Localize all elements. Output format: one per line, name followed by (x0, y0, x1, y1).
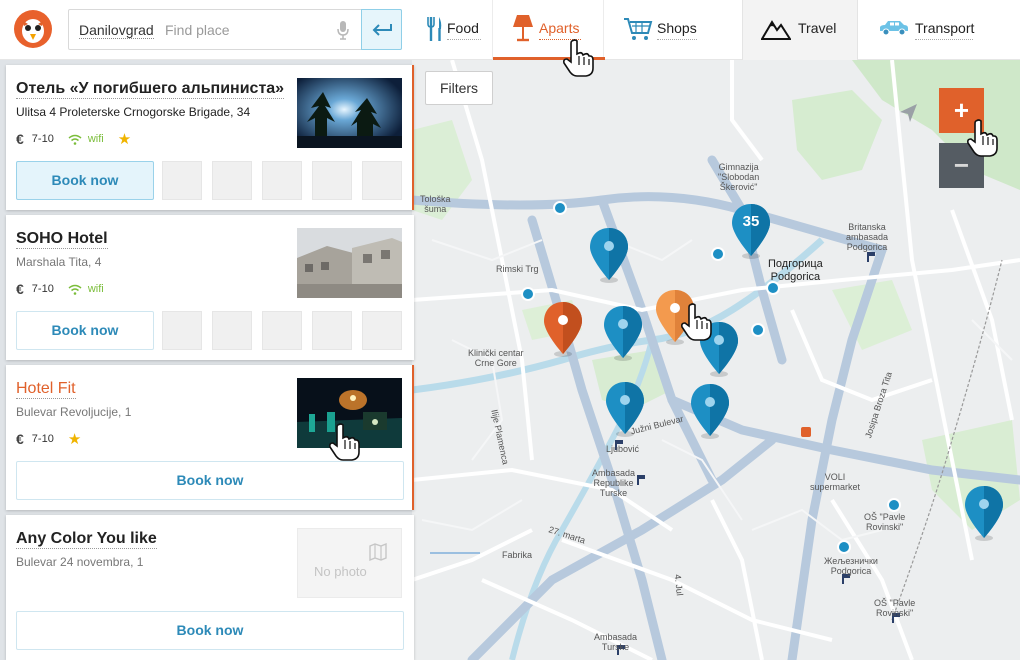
tab-shops-label: Shops (657, 20, 697, 36)
fork-knife-icon (427, 17, 442, 41)
enter-arrow-icon (372, 24, 392, 36)
no-photo-placeholder: No photo (297, 528, 402, 598)
find-place-input[interactable] (165, 19, 325, 41)
date-slot[interactable] (312, 311, 352, 350)
map-label: Klinički centar Crne Gore (468, 348, 524, 368)
date-slot[interactable] (162, 311, 202, 350)
price-range: 7-10 (31, 283, 54, 295)
price-range: 7-10 (31, 433, 54, 445)
map-label: 4. Jul (672, 573, 685, 597)
map-label: Rimski Trg (496, 264, 539, 274)
city-selector[interactable]: Danilovgrad (79, 22, 154, 39)
book-now-button[interactable]: Book now (16, 311, 154, 350)
book-now-button[interactable]: Book now (16, 611, 404, 650)
listing-name[interactable]: Отель «У погибшего альпиниста» (16, 80, 285, 99)
search-submit-button[interactable] (361, 9, 402, 50)
mountain-icon (761, 20, 791, 40)
book-now-button[interactable]: Book now (16, 161, 154, 200)
microphone-icon[interactable] (337, 20, 349, 45)
filters-button[interactable]: Filters (425, 71, 493, 105)
listing-photo[interactable] (297, 228, 402, 298)
map-label: Ljubović (606, 444, 640, 454)
date-slot[interactable] (362, 311, 402, 350)
listing-card[interactable]: Отель «У погибшего альпиниста» Ulitsa 4 … (6, 65, 414, 210)
car-icon (880, 21, 908, 36)
wifi-badge: wifi (68, 133, 104, 145)
wifi-icon (68, 134, 82, 145)
map-label: Жељезнички Podgorica (824, 556, 878, 576)
map-label: Gimnazija "Slobodan Škerović" (718, 162, 760, 192)
map-pin-selected[interactable] (542, 300, 584, 358)
shopping-cart-icon (624, 18, 653, 40)
listing-photo[interactable] (297, 78, 402, 148)
date-slot[interactable] (262, 311, 302, 350)
map-view[interactable]: Filters + − Tološka šuma Gimnazija "Slobod… (412, 60, 1020, 660)
search-box: Danilovgrad (68, 9, 402, 50)
map-icon (369, 543, 387, 561)
tab-travel-label: Travel (798, 20, 837, 36)
hand-cursor-icon (329, 423, 360, 461)
date-slot[interactable] (362, 161, 402, 200)
listing-meta: € 7-10 ★ (16, 431, 82, 448)
map-label-city: Подгорица Podgorica (768, 258, 823, 283)
tab-transport[interactable]: Transport (858, 0, 1020, 60)
cluster-count: 35 (742, 213, 760, 230)
tab-food-label: Food (447, 20, 479, 36)
tab-transport-label: Transport (915, 20, 975, 36)
listing-card[interactable]: SOHO Hotel Marshala Tita, 4 € 7-10 wifi … (6, 215, 414, 360)
map-pin[interactable] (604, 380, 646, 438)
map-pin[interactable] (588, 226, 630, 284)
map-label: Britanska ambasada Podgorica (846, 222, 889, 252)
star-icon: ★ (117, 131, 132, 148)
wifi-label: wifi (87, 283, 104, 295)
top-bar: Danilovgrad Food (0, 0, 1020, 60)
book-now-button[interactable]: Book now (16, 461, 404, 500)
map-pin[interactable] (963, 484, 1005, 542)
listing-name[interactable]: Hotel Fit (16, 380, 76, 399)
tab-travel[interactable]: Travel (742, 0, 858, 60)
date-slot[interactable] (312, 161, 352, 200)
map-label: Fabrika (502, 550, 533, 560)
map-pin[interactable] (689, 382, 731, 440)
star-icon: ★ (67, 431, 82, 448)
euro-icon: € (16, 281, 24, 297)
listing-name[interactable]: SOHO Hotel (16, 230, 108, 249)
wifi-icon (68, 284, 82, 295)
date-slot[interactable] (212, 161, 252, 200)
wifi-badge: wifi (68, 283, 104, 295)
map-label: OŠ "Pavle Rovinski" (864, 512, 906, 532)
listing-address: Bulevar Revoljucije, 1 (16, 405, 132, 419)
listing-address: Bulevar 24 novembra, 1 (16, 555, 144, 569)
listing-meta: € 7-10 wifi (16, 281, 118, 297)
map-pin[interactable] (602, 304, 644, 362)
hand-cursor-icon (563, 39, 594, 77)
map-label: Tološka šuma (420, 194, 451, 214)
listing-card[interactable]: Any Color You like Bulevar 24 novembra, … (6, 515, 414, 660)
tab-food[interactable]: Food (412, 0, 492, 60)
map-label: Ambasada Republike Turske (592, 468, 636, 498)
listings-panel[interactable]: Отель «У погибшего альпиниста» Ulitsa 4 … (0, 60, 414, 660)
tab-shops[interactable]: Shops (604, 0, 742, 60)
listing-address: Ulitsa 4 Proleterske Crnogorske Brigade,… (16, 105, 251, 119)
map-label: Ambasada Turske (594, 632, 638, 652)
wifi-label: wifi (87, 133, 104, 145)
lamp-icon (513, 15, 533, 42)
euro-icon: € (16, 431, 24, 447)
map-label: OŠ "Pavle Rovinski" (874, 598, 916, 618)
listing-address: Marshala Tita, 4 (16, 255, 102, 269)
map-label: VOLI supermarket (810, 472, 861, 492)
date-slot[interactable] (162, 161, 202, 200)
date-slot[interactable] (262, 161, 302, 200)
listing-meta: € 7-10 wifi ★ (16, 131, 132, 148)
price-range: 7-10 (31, 133, 54, 145)
euro-icon: € (16, 131, 24, 147)
listing-name[interactable]: Any Color You like (16, 530, 157, 549)
no-photo-label: No photo (314, 564, 367, 579)
date-slot[interactable] (212, 311, 252, 350)
tab-aparts-label: Aparts (539, 20, 580, 36)
hand-cursor-icon (967, 119, 998, 157)
hand-cursor-icon (681, 303, 712, 341)
logo-parrot-icon[interactable] (14, 10, 52, 48)
